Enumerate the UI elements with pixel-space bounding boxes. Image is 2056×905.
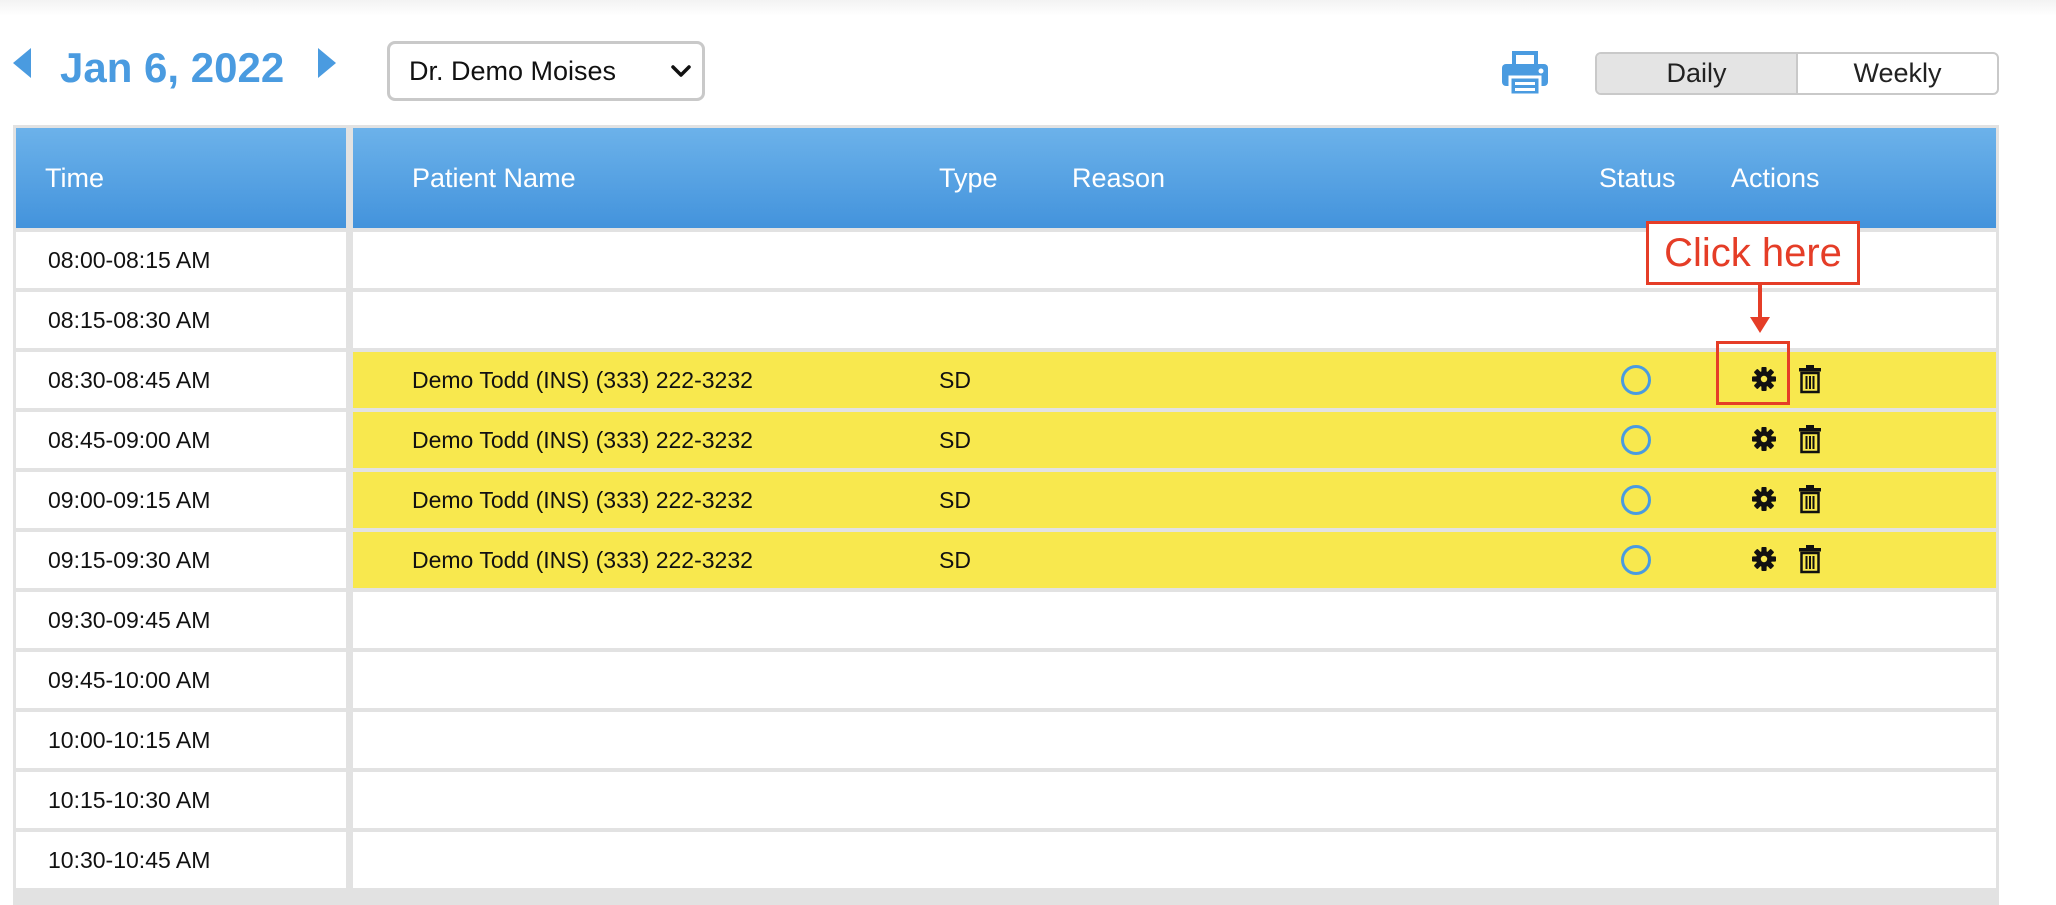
appointment-type: SD <box>939 547 971 573</box>
patient-name[interactable]: Demo Todd (INS) (333) 222-3232 <box>412 472 753 528</box>
time-slot-cell: 10:30-10:45 AM <box>16 832 346 888</box>
time-slot-cell: 09:00-09:15 AM <box>16 472 346 528</box>
trash-icon[interactable] <box>1798 364 1822 394</box>
doctor-select-value: Dr. Demo Moises <box>409 56 617 86</box>
callout-arrow-icon <box>1750 285 1770 333</box>
table-row: 09:15-09:30 AM Demo Todd (INS) (333) 222-… <box>16 528 1996 588</box>
table-row: 09:30-09:45 AM <box>16 588 1996 648</box>
trash-icon[interactable] <box>1798 544 1822 574</box>
next-day-arrow-icon[interactable] <box>318 48 336 78</box>
empty-slot-cell[interactable] <box>353 772 1996 828</box>
time-slot-cell: 08:15-08:30 AM <box>16 292 346 348</box>
status-circle-icon[interactable] <box>1621 545 1651 575</box>
patient-name[interactable]: Demo Todd (INS) (333) 222-3232 <box>412 412 753 468</box>
gear-highlight-box <box>1716 341 1790 405</box>
time-slot-label: 08:45-09:00 AM <box>48 427 211 453</box>
patient-name[interactable]: Demo Todd (INS) (333) 222-3232 <box>412 352 753 408</box>
appointment-rows: 08:00-08:15 AM 08:15-08:30 AM 08:30-08:45 … <box>16 228 1996 888</box>
top-shade <box>0 0 2056 16</box>
column-header-time: Time <box>45 163 104 193</box>
patient-name[interactable]: Demo Todd (INS) (333) 222-3232 <box>412 532 753 588</box>
table-row: 09:00-09:15 AM Demo Todd (INS) (333) 222-… <box>16 468 1996 528</box>
status-circle-icon[interactable] <box>1621 425 1651 455</box>
gear-icon[interactable] <box>1751 426 1777 452</box>
doctor-select[interactable]: Dr. Demo Moises <box>387 41 705 101</box>
time-slot-label: 08:15-08:30 AM <box>48 307 211 333</box>
time-slot-label: 10:00-10:15 AM <box>48 727 211 753</box>
table-row: 08:15-08:30 AM <box>16 288 1996 348</box>
time-slot-cell: 10:15-10:30 AM <box>16 772 346 828</box>
column-header-patient-name: Patient Name <box>412 163 576 193</box>
gear-icon[interactable] <box>1751 546 1777 572</box>
chevron-down-icon <box>671 65 691 77</box>
table-row: 10:15-10:30 AM <box>16 768 1996 828</box>
time-slot-cell: 09:45-10:00 AM <box>16 652 346 708</box>
appointment-type: SD <box>939 487 971 513</box>
table-row: 08:30-08:45 AM Demo Todd (INS) (333) 222-… <box>16 348 1996 408</box>
time-slot-cell: 08:30-08:45 AM <box>16 352 346 408</box>
empty-slot-cell[interactable] <box>353 832 1996 888</box>
time-slot-cell: 09:15-09:30 AM <box>16 532 346 588</box>
daily-view-button[interactable]: Daily <box>1597 54 1798 93</box>
printer-icon[interactable] <box>1500 49 1550 97</box>
appointment-type: SD <box>939 367 971 393</box>
time-slot-cell: 08:45-09:00 AM <box>16 412 346 468</box>
time-slot-label: 09:30-09:45 AM <box>48 607 211 633</box>
view-toggle: Daily Weekly <box>1595 52 1999 95</box>
current-date: Jan 6, 2022 <box>60 44 285 91</box>
empty-slot-cell[interactable] <box>353 712 1996 768</box>
time-slot-cell: 10:00-10:15 AM <box>16 712 346 768</box>
empty-slot-cell[interactable] <box>353 652 1996 708</box>
time-slot-cell: 08:00-08:15 AM <box>16 232 346 288</box>
appointment-type: SD <box>939 427 971 453</box>
status-circle-icon[interactable] <box>1621 365 1651 395</box>
time-slot-label: 09:00-09:15 AM <box>48 487 211 513</box>
column-header-status: Status <box>1599 163 1676 193</box>
appointment-cell[interactable]: Demo Todd (INS) (333) 222-3232 SD <box>353 472 1996 528</box>
time-slot-label: 08:30-08:45 AM <box>48 367 211 393</box>
status-circle-icon[interactable] <box>1621 485 1651 515</box>
time-slot-label: 09:45-10:00 AM <box>48 667 211 693</box>
column-header-reason: Reason <box>1072 163 1166 193</box>
weekly-view-button[interactable]: Weekly <box>1798 54 1997 93</box>
table-row: 10:00-10:15 AM <box>16 708 1996 768</box>
column-header-type: Type <box>939 163 998 193</box>
table-row: 09:45-10:00 AM <box>16 648 1996 708</box>
trash-icon[interactable] <box>1798 424 1822 454</box>
time-slot-label: 08:00-08:15 AM <box>48 247 211 273</box>
appointment-cell[interactable]: Demo Todd (INS) (333) 222-3232 SD <box>353 532 1996 588</box>
time-slot-label: 10:30-10:45 AM <box>48 847 211 873</box>
time-slot-cell: 09:30-09:45 AM <box>16 592 346 648</box>
prev-day-arrow-icon[interactable] <box>13 48 31 78</box>
table-row: 08:45-09:00 AM Demo Todd (INS) (333) 222-… <box>16 408 1996 468</box>
gear-icon[interactable] <box>1751 486 1777 512</box>
click-here-callout: Click here <box>1646 221 1860 285</box>
time-slot-label: 10:15-10:30 AM <box>48 787 211 813</box>
trash-icon[interactable] <box>1798 484 1822 514</box>
appointment-cell[interactable]: Demo Todd (INS) (333) 222-3232 SD <box>353 412 1996 468</box>
empty-slot-cell[interactable] <box>353 592 1996 648</box>
time-slot-label: 09:15-09:30 AM <box>48 547 211 573</box>
column-header-actions: Actions <box>1731 163 1820 193</box>
table-row: 10:30-10:45 AM <box>16 828 1996 888</box>
